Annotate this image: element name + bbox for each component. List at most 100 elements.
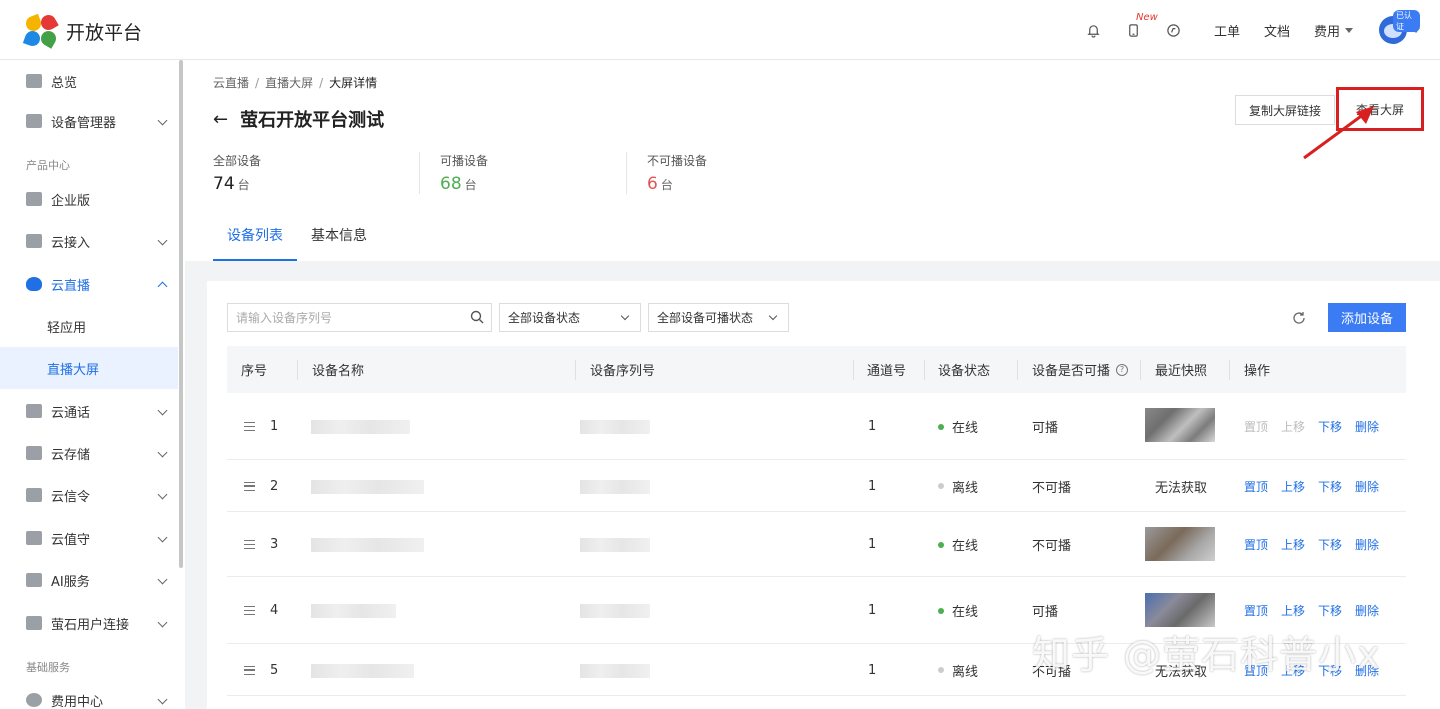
device-status: 在线	[938, 512, 978, 577]
billing-label: 费用	[1313, 24, 1340, 40]
sidebar-item-cloud-call[interactable]: 云通话	[0, 390, 178, 432]
drag-handle-icon[interactable]	[244, 644, 255, 696]
breadcrumb-current: 大屏详情	[329, 76, 378, 90]
sidebar-item-label: 萤石用户连接	[51, 617, 130, 633]
brand-logo[interactable]: 开放平台	[22, 12, 142, 49]
sidebar-item-enterprise[interactable]: 企业版	[0, 178, 178, 220]
add-device-button[interactable]: 添加设备	[1328, 303, 1406, 332]
device-status: 在线	[938, 393, 978, 460]
chevron-down-icon	[768, 311, 778, 321]
sidebar-item-ai[interactable]: AI服务	[0, 559, 178, 601]
column-header: 设备状态	[938, 364, 991, 379]
device-name-redacted	[311, 603, 396, 619]
sidebar: 总览 设备管理器 产品中心 企业版 云接入 云直播 轻应用 直播大屏 云通话 云…	[0, 60, 185, 709]
row-actions: 置顶 上移 下移 删除	[1244, 460, 1392, 512]
device-status: 离线	[938, 460, 978, 512]
sidebar-item-cloud-guard[interactable]: 云值守	[0, 517, 178, 559]
sidebar-item-cloud-storage[interactable]: 云存储	[0, 432, 178, 474]
snapshot-thumbnail[interactable]	[1145, 593, 1215, 627]
chevron-down-icon	[157, 574, 168, 585]
column-header: 序号	[241, 364, 268, 379]
coin-icon	[26, 693, 42, 707]
sidebar-item-device-manager[interactable]: 设备管理器	[0, 100, 178, 142]
docs-link[interactable]: 文档	[1252, 0, 1302, 60]
sidebar-sub-live-screen[interactable]: 直播大屏	[0, 347, 178, 389]
stat-playable: 可播设备 68 台	[420, 152, 627, 194]
sidebar-item-billing[interactable]: 费用中心	[0, 679, 178, 709]
status-dot	[938, 607, 944, 614]
delete-button[interactable]: 删除	[1355, 478, 1379, 495]
help-circle-icon[interactable]: ?	[1116, 363, 1129, 376]
channel-number: 1	[868, 537, 877, 552]
sidebar-item-label: 云接入	[51, 235, 91, 251]
drag-handle-icon[interactable]	[244, 512, 255, 577]
move-up-button[interactable]: 上移	[1281, 478, 1305, 495]
device-serial-redacted	[580, 479, 650, 495]
row-number: 3	[270, 537, 279, 552]
move-down-button[interactable]: 下移	[1318, 602, 1342, 619]
breadcrumb-item[interactable]: 云直播	[213, 76, 249, 90]
billing-menu[interactable]: 费用	[1302, 0, 1365, 60]
row-actions: 置顶 上移 下移 删除	[1244, 393, 1392, 460]
sidebar-item-overview[interactable]: 总览	[0, 60, 178, 102]
pin-top-button[interactable]: 置顶	[1244, 602, 1268, 619]
move-up-button[interactable]: 上移	[1281, 418, 1305, 435]
drag-handle-icon[interactable]	[244, 393, 255, 460]
column-header: 最近快照	[1155, 364, 1208, 379]
sidebar-item-cloud-live[interactable]: 云直播	[0, 263, 178, 305]
status-dot	[938, 541, 944, 548]
ticket-link[interactable]: 工单	[1202, 0, 1252, 60]
tab-basic-info[interactable]: 基本信息	[297, 222, 381, 261]
pin-top-button[interactable]: 置顶	[1244, 536, 1268, 553]
user-menu[interactable]: 已认证	[1379, 10, 1420, 44]
sidebar-sub-light-app[interactable]: 轻应用	[0, 305, 178, 347]
sidebar-item-user-connect[interactable]: 萤石用户连接	[0, 602, 178, 644]
move-down-button[interactable]: 下移	[1318, 418, 1342, 435]
row-number: 2	[270, 478, 279, 494]
sidebar-item-cloud-access[interactable]: 云接入	[0, 220, 178, 262]
device-status-select[interactable]: 全部设备状态	[499, 303, 641, 332]
sidebar-item-label: 云通话	[51, 405, 91, 421]
device-name-redacted	[311, 479, 424, 495]
delete-button[interactable]: 删除	[1355, 602, 1379, 619]
delete-button[interactable]: 删除	[1355, 536, 1379, 553]
sidebar-item-cloud-signal[interactable]: 云信令	[0, 474, 178, 516]
sidebar-scrollbar[interactable]	[179, 60, 183, 568]
move-down-button[interactable]: 下移	[1318, 536, 1342, 553]
search-input[interactable]: 请输入设备序列号	[227, 303, 492, 332]
breadcrumb: 云直播 / 直播大屏 / 大屏详情	[213, 76, 378, 90]
row-number: 4	[270, 603, 279, 618]
group-label: 基础服务	[26, 661, 70, 674]
snapshot-thumbnail[interactable]	[1145, 527, 1215, 561]
search-icon[interactable]	[470, 310, 484, 324]
column-header: 通道号	[867, 364, 907, 379]
pin-top-button[interactable]: 置顶	[1244, 418, 1268, 435]
column-header: 设备名称	[312, 364, 365, 379]
status-dot	[938, 483, 944, 489]
snapshot-thumbnail[interactable]	[1145, 408, 1215, 442]
play-status-select[interactable]: 全部设备可播状态	[648, 303, 789, 332]
page-title-text: 萤石开放平台测试	[240, 110, 385, 131]
drag-handle-icon[interactable]	[244, 577, 255, 644]
help-icon[interactable]	[1154, 0, 1194, 60]
breadcrumb-item[interactable]: 直播大屏	[265, 76, 313, 90]
chevron-down-icon	[620, 311, 630, 321]
refresh-icon[interactable]	[1292, 311, 1306, 325]
move-up-button[interactable]: 上移	[1281, 536, 1305, 553]
channel-number: 1	[868, 478, 877, 494]
move-down-button[interactable]: 下移	[1318, 478, 1342, 495]
delete-button[interactable]: 删除	[1355, 418, 1379, 435]
pin-top-button[interactable]: 置顶	[1244, 478, 1268, 495]
stat-all: 全部设备 74 台	[213, 152, 420, 194]
search-placeholder: 请输入设备序列号	[236, 311, 333, 325]
back-arrow-icon[interactable]: ←	[213, 109, 228, 130]
chevron-up-icon	[157, 281, 168, 292]
move-up-button[interactable]: 上移	[1281, 602, 1305, 619]
status-dot	[938, 423, 944, 430]
logo-mark-icon	[22, 12, 59, 49]
status-dot	[938, 667, 944, 673]
phone-icon[interactable]: New	[1114, 0, 1158, 60]
drag-handle-icon[interactable]	[244, 460, 255, 512]
bell-icon[interactable]	[1074, 0, 1114, 60]
tab-device-list[interactable]: 设备列表	[213, 222, 297, 261]
